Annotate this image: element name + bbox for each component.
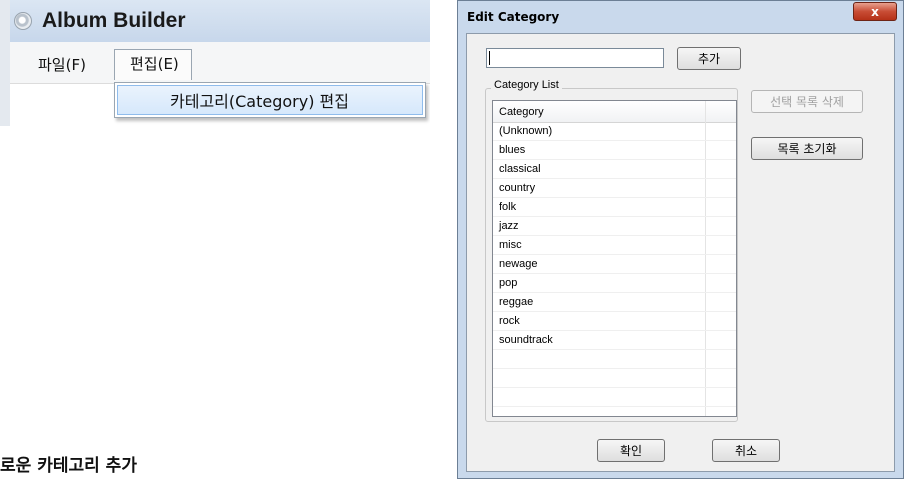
ok-button[interactable]: 확인 xyxy=(597,439,665,462)
list-item[interactable]: soundtrack xyxy=(493,331,736,350)
edit-menu-dropdown: 카테고리(Category) 편집 xyxy=(114,82,426,118)
edit-category-dialog: Edit Category x 추가 Category List Categor… xyxy=(457,0,904,479)
list-item[interactable]: reggae xyxy=(493,293,736,312)
category-name-input[interactable] xyxy=(486,48,664,68)
app-titlebar: Album Builder xyxy=(0,0,430,42)
add-button[interactable]: 추가 xyxy=(677,47,741,70)
dialog-client-area: 추가 Category List Category (Unknown) blues… xyxy=(466,33,895,472)
reset-list-button[interactable]: 목록 초기화 xyxy=(751,137,863,160)
list-item[interactable]: classical xyxy=(493,160,736,179)
dialog-title: Edit Category xyxy=(467,10,560,24)
menu-file[interactable]: 파일(F) xyxy=(38,54,86,75)
cancel-button[interactable]: 취소 xyxy=(712,439,780,462)
disc-icon xyxy=(14,12,32,30)
category-listview[interactable]: Category (Unknown) blues classical country f… xyxy=(492,100,737,417)
list-item[interactable] xyxy=(493,407,736,416)
list-header[interactable]: Category xyxy=(493,101,736,123)
list-item[interactable]: jazz xyxy=(493,217,736,236)
list-item[interactable]: blues xyxy=(493,141,736,160)
list-rows: (Unknown) blues classical country folk jazz mi… xyxy=(493,122,736,416)
dialog-titlebar[interactable]: Edit Category x xyxy=(458,1,903,33)
list-item[interactable]: country xyxy=(493,179,736,198)
close-button[interactable]: x xyxy=(853,2,897,21)
list-item[interactable]: rock xyxy=(493,312,736,331)
menubar: 파일(F) 편집(E) xyxy=(0,42,430,84)
list-item[interactable] xyxy=(493,350,736,369)
app-title: Album Builder xyxy=(42,9,186,32)
column-header-category[interactable]: Category xyxy=(499,106,544,118)
text-caret xyxy=(489,51,490,65)
list-item[interactable]: (Unknown) xyxy=(493,122,736,141)
category-list-label: Category List xyxy=(491,79,562,91)
album-builder-window: Album Builder 파일(F) 편집(E) 카테고리(Category)… xyxy=(0,0,430,126)
close-icon: x xyxy=(871,4,879,19)
caption-text: 로운 카테고리 추가 xyxy=(0,456,137,476)
list-item[interactable]: folk xyxy=(493,198,736,217)
list-item[interactable]: misc xyxy=(493,236,736,255)
delete-selected-button[interactable]: 선택 목록 삭제 xyxy=(751,90,863,113)
list-item[interactable] xyxy=(493,369,736,388)
list-item[interactable]: pop xyxy=(493,274,736,293)
menu-edit[interactable]: 편집(E) xyxy=(114,49,192,80)
list-item[interactable]: newage xyxy=(493,255,736,274)
window-frame-edge xyxy=(0,0,10,126)
menu-item-edit-category[interactable]: 카테고리(Category) 편집 xyxy=(117,85,423,115)
list-item[interactable] xyxy=(493,388,736,407)
